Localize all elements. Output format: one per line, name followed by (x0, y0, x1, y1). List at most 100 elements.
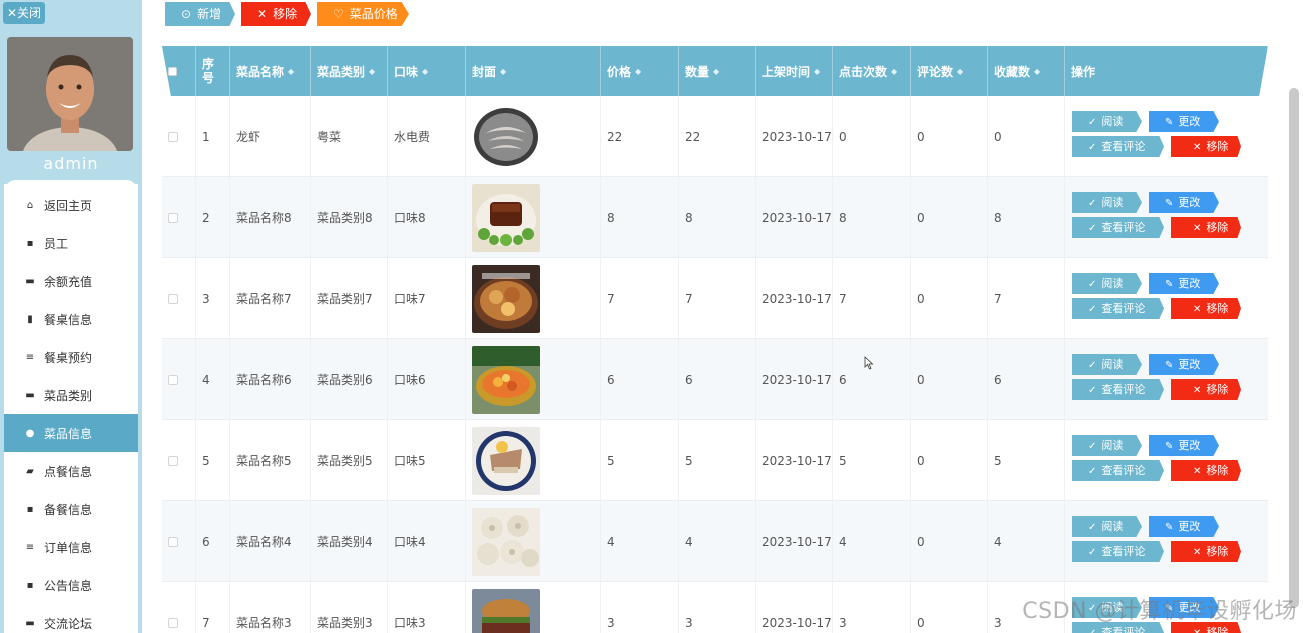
read-button[interactable]: ✓ 阅读 (1072, 516, 1142, 537)
sidebar-item-10[interactable]: ≡ 订单信息 (4, 528, 138, 566)
table-row[interactable]: 3 菜品名称7 菜品类别7 口味7 7 7 2023-10-17 7 0 7 ✓ 阅读 ✎ 更改 ✓ 查看评论… (162, 258, 1268, 339)
th-date[interactable]: 上架时间 ◆ (756, 46, 833, 96)
sidebar-item-label: 点餐信息 (44, 464, 93, 479)
table-row[interactable]: 5 菜品名称5 菜品类别5 口味5 5 5 2023-10-17 5 0 5 ✓ 阅读 ✎ 更改 ✓ 查看评论… (162, 420, 1268, 501)
cell-price: 5 (601, 420, 679, 501)
remove-button[interactable]: ✕ 移除 (241, 2, 311, 26)
check-icon: ✓ (1088, 279, 1097, 290)
view-comments-button[interactable]: ✓ 查看评论 (1072, 379, 1164, 400)
add-button[interactable]: ⊙ 新增 (165, 2, 235, 26)
checkbox-header[interactable] (162, 46, 196, 96)
sort-icon[interactable]: ◆ (814, 67, 820, 76)
view-comments-button[interactable]: ✓ 查看评论 (1072, 136, 1164, 157)
sort-icon[interactable]: ◆ (635, 67, 641, 76)
view-comments-button[interactable]: ✓ 查看评论 (1072, 217, 1164, 238)
cell-comments: 0 (911, 420, 988, 501)
table-row[interactable]: 6 菜品名称4 菜品类别4 口味4 4 4 2023-10-17 4 0 4 ✓ 阅读 ✎ 更改 ✓ 查看评论… (162, 501, 1268, 582)
cell-date: 2023-10-17 (756, 177, 833, 258)
select-all-checkbox[interactable] (168, 66, 177, 76)
read-button[interactable]: ✓ 阅读 (1072, 354, 1142, 375)
dish-price-button[interactable]: ♡ 菜品价格 (317, 2, 409, 26)
sidebar-item-8[interactable]: ▰ 点餐信息 (4, 452, 138, 490)
remove-row-button[interactable]: ✕ 移除 (1171, 379, 1241, 400)
th-taste[interactable]: 口味 ◆ (388, 46, 466, 96)
edit-button[interactable]: ✎ 更改 (1149, 192, 1219, 213)
view-comments-button[interactable]: ✓ 查看评论 (1072, 298, 1164, 319)
sort-icon[interactable]: ◆ (1034, 67, 1040, 76)
table-row[interactable]: 4 菜品名称6 菜品类别6 口味6 6 6 2023-10-17 6 0 6 ✓ 阅读 ✎ 更改 ✓ 查看评论… (162, 339, 1268, 420)
cell-name: 龙虾 (230, 96, 311, 177)
scrollbar[interactable] (1289, 88, 1299, 608)
sort-icon[interactable]: ◆ (288, 67, 294, 76)
table-row[interactable]: 1 龙虾 粤菜 水电费 22 22 2023-10-17 0 0 0 ✓ 阅读 ✎ 更改 ✓ 查看评论 ✕ 移除 (162, 96, 1268, 177)
cell-checkbox (162, 501, 196, 582)
cover-image-plate[interactable] (472, 426, 540, 495)
sidebar-item-4[interactable]: ▮ 餐桌信息 (4, 300, 138, 338)
sort-icon[interactable]: ◆ (713, 67, 719, 76)
cell-category: 菜品类别7 (311, 258, 388, 339)
cover-image-claypot[interactable] (472, 264, 540, 333)
remove-row-button[interactable]: ✕ 移除 (1171, 298, 1241, 319)
th-name[interactable]: 菜品名称 ◆ (230, 46, 311, 96)
th-price[interactable]: 价格 ◆ (601, 46, 679, 96)
remove-row-button[interactable]: ✕ 移除 (1171, 217, 1241, 238)
cell-name: 菜品名称6 (230, 339, 311, 420)
sidebar-item-12[interactable]: ▬ 交流论坛 (4, 604, 138, 633)
sort-icon[interactable]: ◆ (369, 67, 375, 76)
th-qty[interactable]: 数量 ◆ (679, 46, 756, 96)
table-row[interactable]: 2 菜品名称8 菜品类别8 口味8 8 8 2023-10-17 8 0 8 ✓ 阅读 ✎ 更改 ✓ 查看评论… (162, 177, 1268, 258)
sidebar-item-1[interactable]: ⌂ 返回主页 (4, 186, 138, 224)
sort-icon[interactable]: ◆ (500, 67, 506, 76)
edit-button[interactable]: ✎ 更改 (1149, 354, 1219, 375)
row-checkbox[interactable] (168, 455, 178, 466)
cover-image-pork[interactable] (472, 183, 540, 252)
remove-row-button[interactable]: ✕ 移除 (1171, 541, 1241, 562)
sidebar-item-7[interactable]: ● 菜品信息 (4, 414, 138, 452)
view-comments-button[interactable]: ✓ 查看评论 (1072, 460, 1164, 481)
row-checkbox[interactable] (168, 374, 178, 385)
cover-image-pineapple[interactable] (472, 345, 540, 414)
sidebar-item-6[interactable]: ▬ 菜品类别 (4, 376, 138, 414)
read-button[interactable]: ✓ 阅读 (1072, 192, 1142, 213)
cover-image-burger[interactable] (472, 588, 540, 633)
read-button[interactable]: ✓ 阅读 (1072, 273, 1142, 294)
edit-button[interactable]: ✎ 更改 (1149, 111, 1219, 132)
close-button[interactable]: ✕关闭 (3, 2, 45, 24)
sidebar-item-2[interactable]: ▪ 员工 (4, 224, 138, 262)
th-cover[interactable]: 封面 ◆ (466, 46, 601, 96)
remove-row-button[interactable]: ✕ 移除 (1171, 460, 1241, 481)
cell-category: 粤菜 (311, 96, 388, 177)
th-clicks[interactable]: 点击次数 ◆ (833, 46, 911, 96)
edit-button[interactable]: ✎ 更改 (1149, 516, 1219, 537)
remove-row-button[interactable]: ✕ 移除 (1171, 136, 1241, 157)
edit-button[interactable]: ✎ 更改 (1149, 273, 1219, 294)
cell-name: 菜品名称8 (230, 177, 311, 258)
row-checkbox[interactable] (168, 293, 178, 304)
row-checkbox[interactable] (168, 212, 178, 223)
row-checkbox[interactable] (168, 536, 178, 547)
th-comments[interactable]: 评论数 ◆ (911, 46, 988, 96)
action-label: 移除 (1206, 383, 1229, 396)
cover-image-dumplings[interactable] (472, 507, 540, 576)
cell-date: 2023-10-17 (756, 339, 833, 420)
read-button[interactable]: ✓ 阅读 (1072, 435, 1142, 456)
view-comments-button[interactable]: ✓ 查看评论 (1072, 541, 1164, 562)
sidebar-item-11[interactable]: ▪ 公告信息 (4, 566, 138, 604)
sidebar-item-5[interactable]: ≡ 餐桌预约 (4, 338, 138, 376)
read-button[interactable]: ✓ 阅读 (1072, 111, 1142, 132)
check-icon: ✓ (1088, 522, 1097, 533)
cover-image-shrimp[interactable] (472, 102, 540, 171)
th-category[interactable]: 菜品类别 ◆ (311, 46, 388, 96)
th-favs[interactable]: 收藏数 ◆ (988, 46, 1065, 96)
sort-icon[interactable]: ◆ (422, 67, 428, 76)
row-checkbox[interactable] (168, 131, 178, 142)
edit-button[interactable]: ✎ 更改 (1149, 435, 1219, 456)
sort-icon[interactable]: ◆ (957, 67, 963, 76)
row-checkbox[interactable] (168, 617, 178, 628)
header-label: 数量 (685, 64, 710, 79)
list-icon: ≡ (25, 351, 35, 363)
sidebar-item-9[interactable]: ▪ 备餐信息 (4, 490, 138, 528)
sidebar-item-3[interactable]: ▬ 余额充值 (4, 262, 138, 300)
sort-icon[interactable]: ◆ (891, 67, 897, 76)
cell-no: 2 (196, 177, 230, 258)
